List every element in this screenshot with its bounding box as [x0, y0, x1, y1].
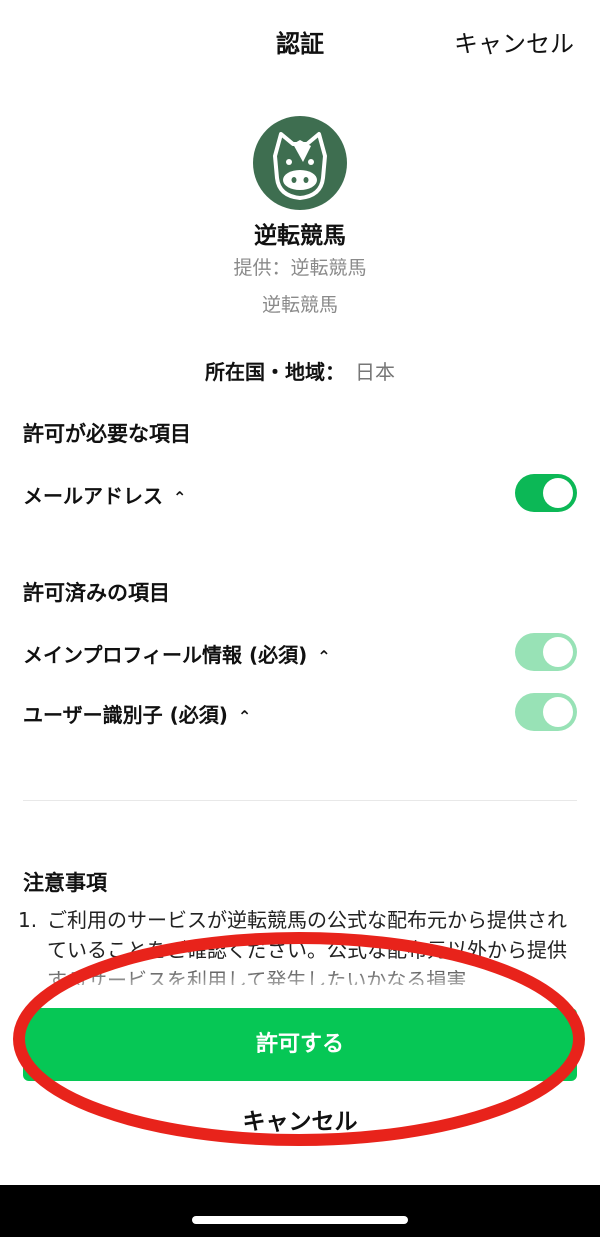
toggle-knob	[543, 697, 573, 727]
chevron-up-icon[interactable]: ⌃	[317, 647, 330, 666]
email-permission-toggle[interactable]	[515, 474, 577, 512]
permission-row-user-id[interactable]: ユーザー識別子 (必須) ⌃	[23, 691, 577, 735]
app-provider: 提供：逆転競馬	[233, 257, 367, 279]
cancel-button[interactable]: キャンセル	[0, 1102, 600, 1136]
chevron-up-icon[interactable]: ⌃	[173, 488, 186, 507]
region-value: 日本	[355, 360, 395, 384]
chevron-up-icon[interactable]: ⌃	[238, 707, 251, 726]
region-label: 所在国・地域：	[205, 360, 345, 384]
divider	[23, 800, 577, 801]
permission-label[interactable]: メールアドレス ⌃	[23, 480, 186, 509]
permission-row-email[interactable]: メールアドレス ⌃	[23, 472, 577, 516]
app-name: 逆転競馬	[254, 223, 346, 249]
header: 認証 キャンセル	[0, 0, 600, 80]
toggle-knob	[543, 478, 573, 508]
scroll-fade	[0, 958, 600, 1003]
header-cancel-button[interactable]: キャンセル	[454, 24, 574, 59]
profile-permission-toggle	[515, 633, 577, 671]
permission-label[interactable]: ユーザー識別子 (必須) ⌃	[23, 699, 251, 728]
required-section-title: 許可が必要な項目	[23, 422, 191, 446]
notes-title: 注意事項	[23, 871, 107, 895]
app-subtitle: 逆転競馬	[261, 294, 338, 316]
region-info: 所在国・地域： 日本	[0, 356, 600, 385]
notes-item-number: 1.	[18, 908, 38, 932]
toggle-knob	[543, 637, 573, 667]
system-bar	[0, 1185, 600, 1237]
allow-button[interactable]: 許可する	[23, 1008, 577, 1081]
horse-face-icon	[253, 116, 347, 210]
user-id-permission-toggle	[515, 693, 577, 731]
permission-label[interactable]: メインプロフィール情報 (必須) ⌃	[23, 639, 331, 668]
granted-section-title: 許可済みの項目	[23, 581, 170, 605]
home-indicator[interactable]	[192, 1216, 408, 1224]
permission-row-profile[interactable]: メインプロフィール情報 (必須) ⌃	[23, 631, 577, 675]
